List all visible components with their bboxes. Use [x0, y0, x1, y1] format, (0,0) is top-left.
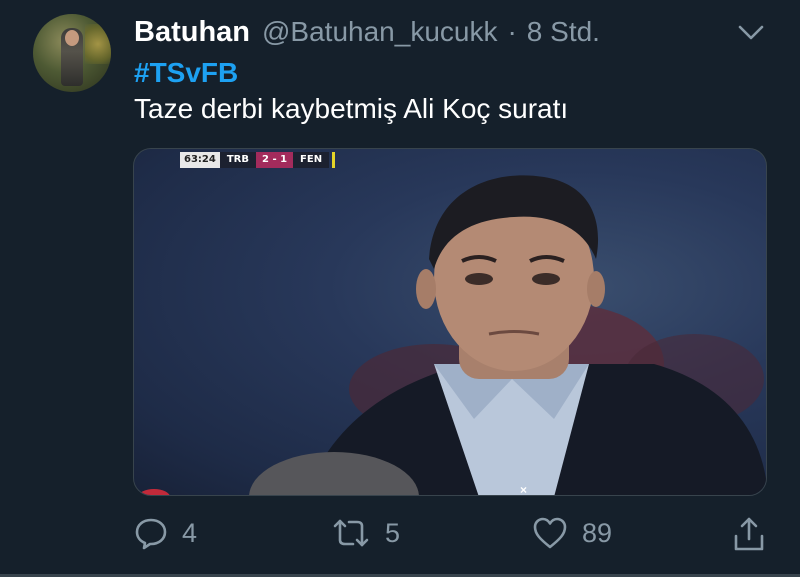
reply-icon [134, 516, 168, 550]
hashtag-link[interactable]: #TSvFB [134, 57, 238, 89]
score-away-team: FEN [293, 152, 330, 168]
chevron-down-icon[interactable] [736, 20, 766, 44]
score-value: 2 - 1 [256, 152, 294, 168]
user-handle[interactable]: @Batuhan_kucukk [262, 16, 497, 48]
retweet-button[interactable]: 5 [331, 516, 400, 550]
heart-icon [532, 516, 568, 550]
reply-button[interactable]: 4 [134, 516, 197, 550]
score-home-team: TRB [219, 152, 256, 168]
score-flag [332, 152, 336, 168]
like-count: 89 [582, 517, 613, 548]
share-icon [732, 516, 766, 552]
action-bar: 4 5 89 [0, 516, 800, 560]
avatar-background [85, 24, 111, 64]
share-button[interactable] [732, 516, 766, 552]
reply-count: 4 [182, 517, 198, 548]
media-photo [138, 175, 766, 495]
retweet-icon [331, 516, 371, 550]
avatar[interactable] [33, 14, 111, 92]
tweet-text: Taze derbi kaybetmiş Ali Koç suratı [134, 93, 569, 124]
like-button[interactable]: 89 [532, 516, 612, 550]
retweet-count: 5 [385, 517, 401, 548]
tweet-media[interactable]: 63:24 TRB 2 - 1 FEN × [133, 148, 767, 496]
close-icon[interactable]: × [520, 483, 527, 495]
tweet-header: Batuhan @Batuhan_kucukk · 8 Std. [134, 16, 600, 49]
tweet[interactable]: Batuhan @Batuhan_kucukk · 8 Std. #TSvFB … [0, 0, 800, 577]
avatar-head [65, 30, 79, 46]
separator: · [507, 16, 517, 47]
score-clock: 63:24 [180, 152, 220, 168]
display-name[interactable]: Batuhan [134, 16, 250, 49]
timestamp[interactable]: 8 Std. [527, 16, 600, 48]
scoreboard: 63:24 TRB 2 - 1 FEN [180, 152, 336, 168]
